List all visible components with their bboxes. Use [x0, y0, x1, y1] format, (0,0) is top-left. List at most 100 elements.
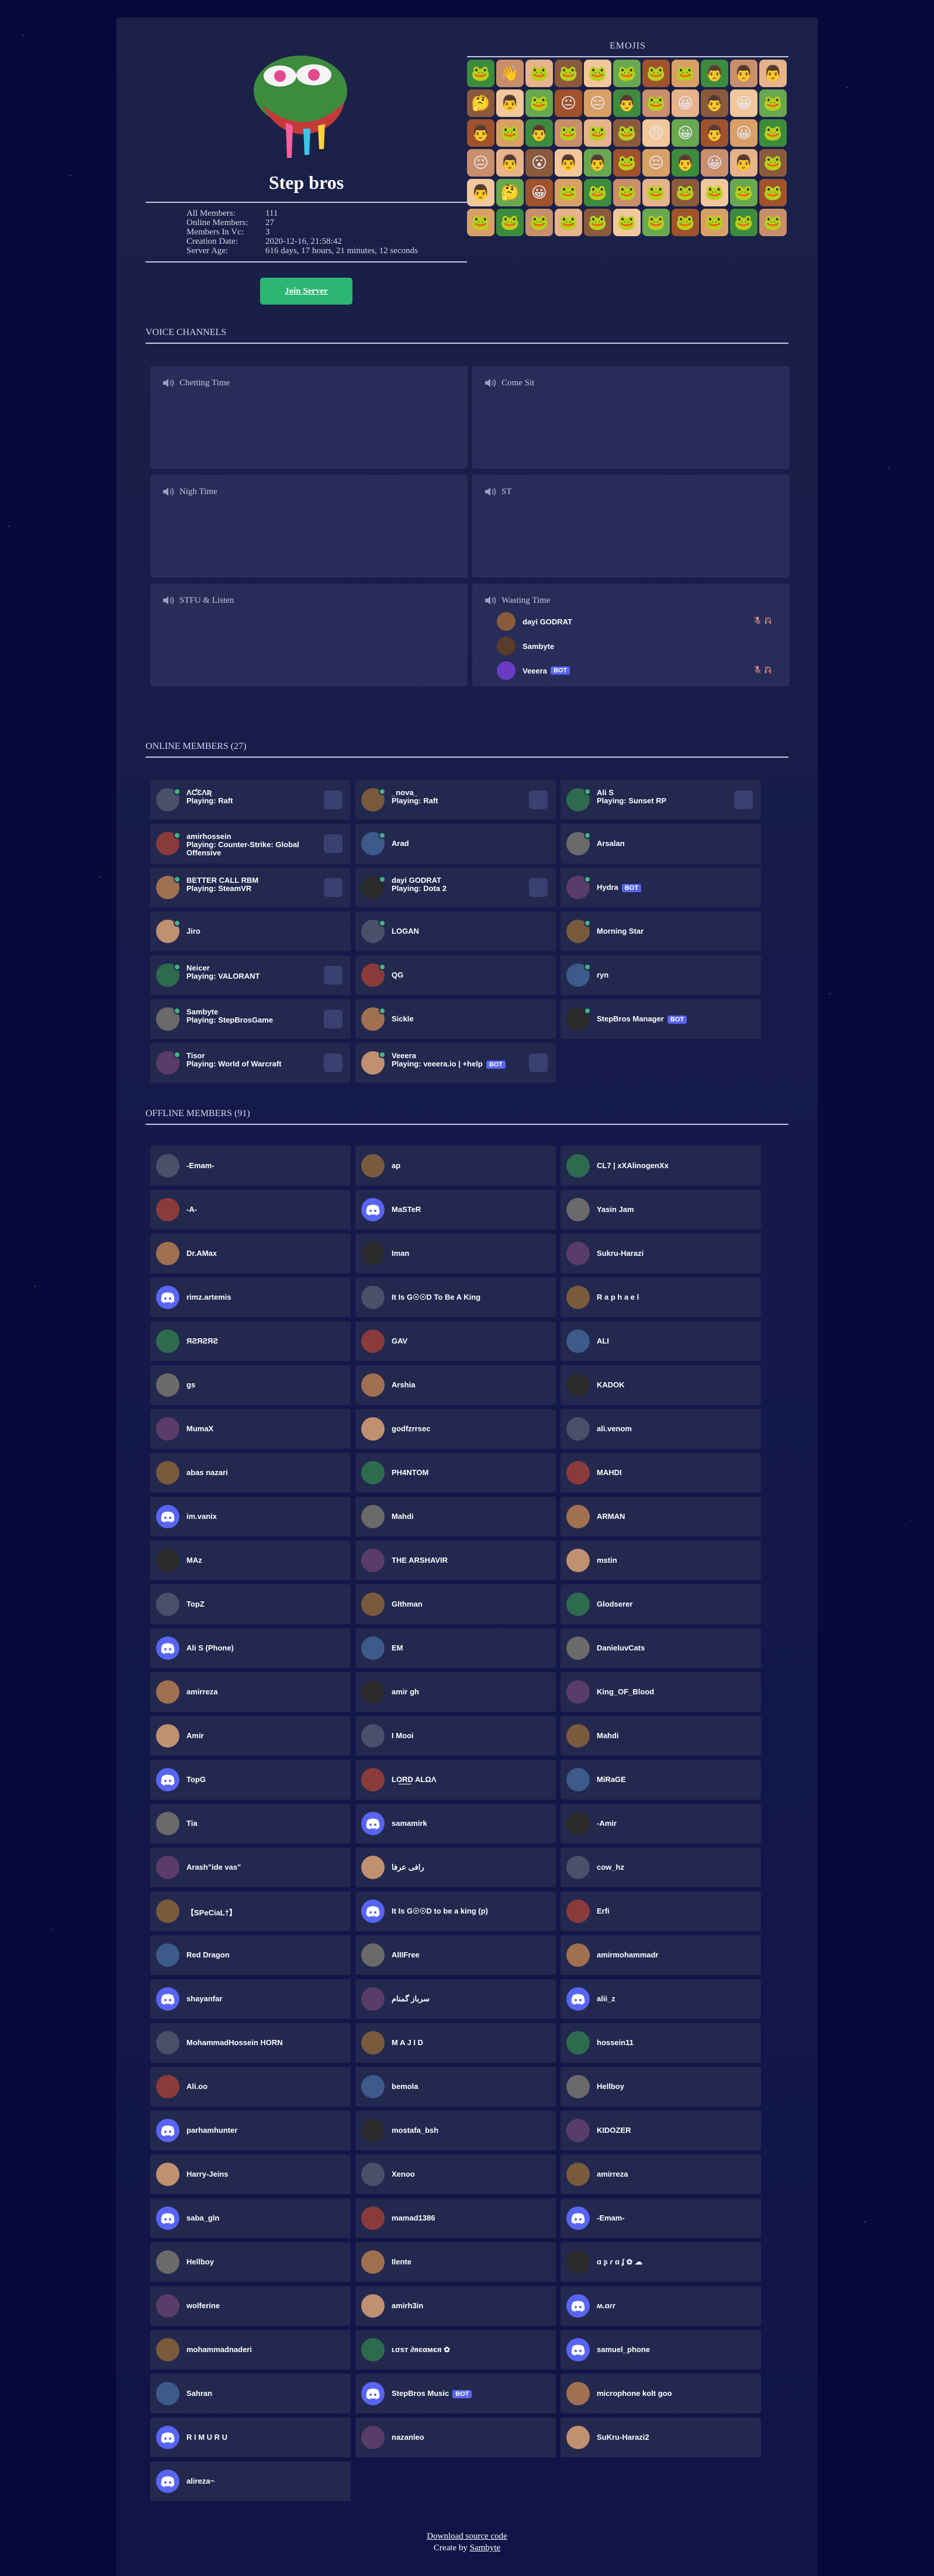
offline-member-card[interactable]: Red Dragon [150, 1935, 351, 1975]
offline-member-card[interactable]: AllIFree [355, 1935, 556, 1975]
voice-member[interactable]: dayi GODRAT [497, 612, 777, 631]
online-member-card[interactable]: QG [355, 955, 556, 995]
voice-channel[interactable]: Come Sit [472, 366, 790, 469]
offline-member-card[interactable]: mohammadnaderi [150, 2330, 351, 2370]
offline-member-card[interactable]: M A J I D [355, 2023, 556, 2063]
offline-member-card[interactable]: Sukru-Harazi [561, 1234, 761, 1273]
offline-member-card[interactable]: gs [150, 1365, 351, 1405]
offline-member-card[interactable]: -A- [150, 1190, 351, 1230]
offline-member-card[interactable]: CL7 | xXAlinogenXx [561, 1146, 761, 1186]
online-member-card[interactable]: BETTER CALL RBM Playing: SteamVR [150, 868, 351, 907]
online-member-card[interactable]: ɅƇƐɅƦ Playing: Raft [150, 780, 351, 820]
online-member-card[interactable]: Neicer Playing: VALORANT [150, 955, 351, 995]
offline-member-card[interactable]: SuKru-Harazi2 [561, 2418, 761, 2457]
offline-member-card[interactable]: rimz.artemis [150, 1277, 351, 1317]
offline-member-card[interactable]: mstin [561, 1541, 761, 1580]
offline-member-card[interactable]: Iman [355, 1234, 556, 1273]
offline-member-card[interactable]: رافی عرفا [355, 1848, 556, 1887]
offline-member-card[interactable]: ARMAN [561, 1497, 761, 1536]
offline-member-card[interactable]: cow_hz [561, 1848, 761, 1887]
offline-member-card[interactable]: PH4NTOM [355, 1453, 556, 1493]
offline-member-card[interactable]: alireza~ [150, 2461, 351, 2501]
offline-member-card[interactable]: amirh3in [355, 2286, 556, 2326]
offline-member-card[interactable]: LO͟R͟D ALΩΛ [355, 1760, 556, 1800]
offline-member-card[interactable]: ALI [561, 1321, 761, 1361]
offline-member-card[interactable]: amirreza [561, 2154, 761, 2194]
online-member-card[interactable]: Veeera Playing: veeera.io | +help BOT [355, 1043, 556, 1083]
author-link[interactable]: Sambyte [470, 2543, 501, 2553]
offline-member-card[interactable]: ʟσѕт ∂яєαмєя ✿ [355, 2330, 556, 2370]
offline-member-card[interactable]: im.vanix [150, 1497, 351, 1536]
offline-member-card[interactable]: -Emam- [150, 1146, 351, 1186]
offline-member-card[interactable]: King_OF_Blood [561, 1672, 761, 1712]
voice-member[interactable]: Veeera BOT [497, 661, 777, 681]
offline-member-card[interactable]: Mahdi [355, 1497, 556, 1536]
offline-member-card[interactable]: Tia [150, 1804, 351, 1843]
offline-member-card[interactable]: EM [355, 1628, 556, 1668]
offline-member-card[interactable]: Hellboy [561, 2067, 761, 2107]
online-member-card[interactable]: Arsalan [561, 824, 761, 864]
offline-member-card[interactable]: Glthman [355, 1584, 556, 1624]
voice-channel[interactable]: Chetting Time [150, 366, 468, 469]
offline-member-card[interactable]: Yasin Jam [561, 1190, 761, 1230]
offline-member-card[interactable]: TopZ [150, 1584, 351, 1624]
voice-channel[interactable]: STFU & Listen [150, 583, 468, 686]
offline-member-card[interactable]: MaSTeR [355, 1190, 556, 1230]
offline-member-card[interactable]: -Emam- [561, 2198, 761, 2238]
online-member-card[interactable]: Hydra BOT [561, 868, 761, 907]
offline-member-card[interactable]: KADOK [561, 1365, 761, 1405]
offline-member-card[interactable]: R I M U R U [150, 2418, 351, 2457]
offline-member-card[interactable]: 【SPeCiaL†】 [150, 1891, 351, 1931]
online-member-card[interactable]: Tisor Playing: World of Warcraft [150, 1043, 351, 1083]
offline-member-card[interactable]: Harry-Jeins [150, 2154, 351, 2194]
offline-member-card[interactable]: Ilente [355, 2242, 556, 2282]
join-server-button[interactable]: Join Server [260, 278, 352, 305]
offline-member-card[interactable]: Xenoo [355, 2154, 556, 2194]
offline-member-card[interactable]: Mahdi [561, 1716, 761, 1756]
offline-member-card[interactable]: godfzrrsec [355, 1409, 556, 1449]
offline-member-card[interactable]: MiRaGE [561, 1760, 761, 1800]
online-member-card[interactable]: Ali S Playing: Sunset RP [561, 780, 761, 820]
offline-member-card[interactable]: Amir [150, 1716, 351, 1756]
offline-member-card[interactable]: -Amir [561, 1804, 761, 1843]
voice-member[interactable]: Sambyte [497, 636, 777, 656]
offline-member-card[interactable]: ʍ.ɑɾɾ [561, 2286, 761, 2326]
offline-member-card[interactable]: DanieluvCats [561, 1628, 761, 1668]
offline-member-card[interactable]: It Is G☉☉D To Be A King [355, 1277, 556, 1317]
offline-member-card[interactable]: alii_z [561, 1979, 761, 2019]
offline-member-card[interactable]: R a p h a e l [561, 1277, 761, 1317]
online-member-card[interactable]: _nova_ Playing: Raft [355, 780, 556, 820]
offline-member-card[interactable]: THE ARSHAVIR [355, 1541, 556, 1580]
offline-member-card[interactable]: MumaX [150, 1409, 351, 1449]
offline-member-card[interactable]: Ali S (Phone) [150, 1628, 351, 1668]
offline-member-card[interactable]: samamirk [355, 1804, 556, 1843]
offline-member-card[interactable]: parhamhunter [150, 2111, 351, 2150]
offline-member-card[interactable]: wolferine [150, 2286, 351, 2326]
offline-member-card[interactable]: Glodserer [561, 1584, 761, 1624]
offline-member-card[interactable]: amir gh [355, 1672, 556, 1712]
offline-member-card[interactable]: shayanfar [150, 1979, 351, 2019]
offline-member-card[interactable]: mostafa_bsh [355, 2111, 556, 2150]
online-member-card[interactable]: amirhossein Playing: Counter-Strike: Glob… [150, 824, 351, 864]
offline-member-card[interactable]: MAz [150, 1541, 351, 1580]
online-member-card[interactable]: ryn [561, 955, 761, 995]
offline-member-card[interactable]: saba_gln [150, 2198, 351, 2238]
online-member-card[interactable]: Arad [355, 824, 556, 864]
download-source-link[interactable]: Download source code [427, 2532, 507, 2541]
offline-member-card[interactable]: Erfi [561, 1891, 761, 1931]
offline-member-card[interactable]: KIDOZER [561, 2111, 761, 2150]
offline-member-card[interactable]: amirmohammadr [561, 1935, 761, 1975]
offline-member-card[interactable]: ɑ ʂ ɾ ɑ ʄ ✿ ☁ [561, 2242, 761, 2282]
offline-member-card[interactable]: TopG [150, 1760, 351, 1800]
online-member-card[interactable]: Sambyte Playing: StepBrosGame [150, 999, 351, 1039]
offline-member-card[interactable]: It Is G☉☉D to be a king (p) [355, 1891, 556, 1931]
offline-member-card[interactable]: hossein11 [561, 2023, 761, 2063]
online-member-card[interactable]: LOGAN [355, 911, 556, 951]
online-member-card[interactable]: Jiro [150, 911, 351, 951]
voice-channel[interactable]: Wasting Time dayi GODRAT Sambyte Veeera BOT [472, 583, 790, 686]
offline-member-card[interactable]: Hellboy [150, 2242, 351, 2282]
online-member-card[interactable]: dayi GODRAT Playing: Dota 2 [355, 868, 556, 907]
offline-member-card[interactable]: ap [355, 1146, 556, 1186]
online-member-card[interactable]: StepBros Manager BOT [561, 999, 761, 1039]
offline-member-card[interactable]: GAV [355, 1321, 556, 1361]
